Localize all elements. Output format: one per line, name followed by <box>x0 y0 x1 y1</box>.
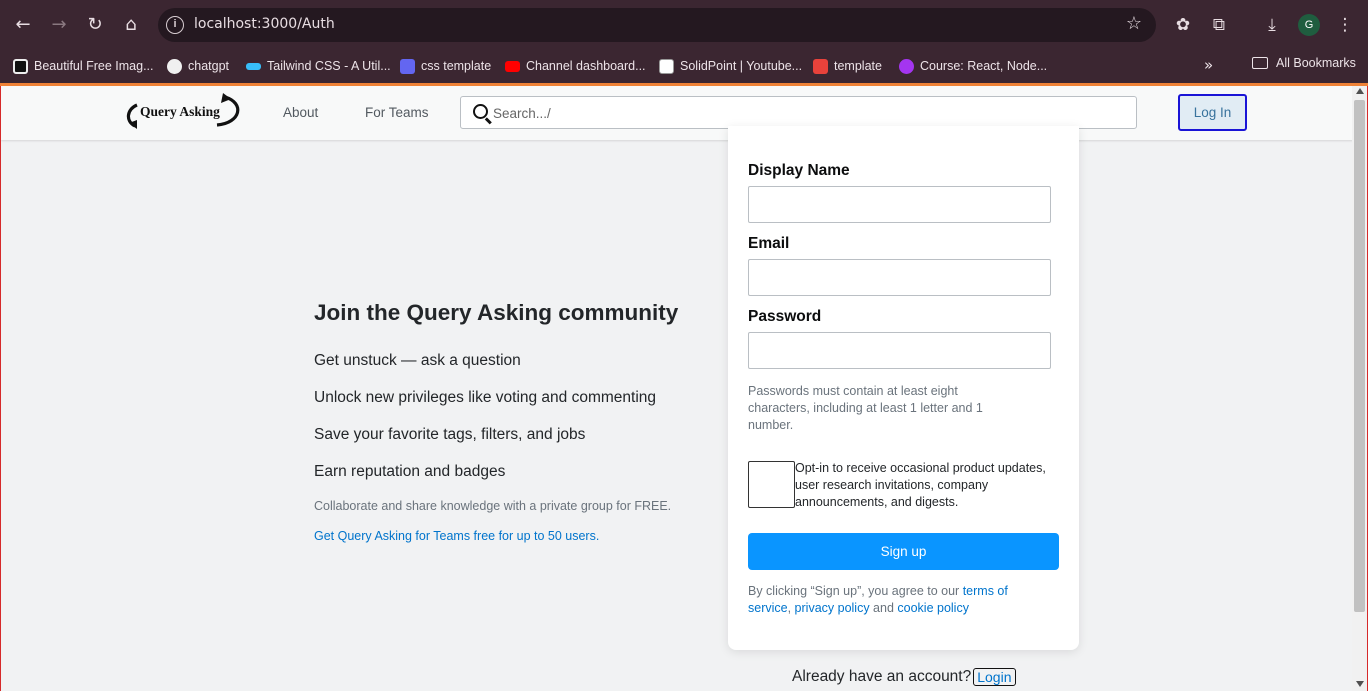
bookmark-label: SolidPoint | Youtube... <box>680 59 803 73</box>
scroll-up-icon[interactable] <box>1356 88 1364 94</box>
login-link[interactable]: Login <box>973 668 1016 686</box>
bookmark-label: Tailwind CSS - A Util... <box>267 59 391 73</box>
bookmark-label: css template <box>421 59 492 73</box>
profile-avatar[interactable]: G <box>1298 14 1320 36</box>
nav-link-about[interactable]: About <box>283 105 318 120</box>
udemy-favicon-icon <box>899 58 914 74</box>
template-favicon-icon <box>813 58 828 74</box>
all-bookmarks-label: All Bookmarks <box>1276 56 1356 70</box>
nav-link-for-teams[interactable]: For Teams <box>365 105 429 120</box>
reload-icon[interactable]: ↻ <box>83 13 107 37</box>
privacy-policy-link[interactable]: privacy policy <box>795 601 870 615</box>
password-input[interactable] <box>748 332 1051 369</box>
already-have-account: Already have an account? Login <box>792 668 1016 686</box>
signup-button[interactable]: Sign up <box>748 533 1059 570</box>
terms-and: and <box>869 601 898 615</box>
scroll-down-icon[interactable] <box>1356 681 1364 687</box>
bookmark-label: Beautiful Free Imag... <box>34 59 154 73</box>
menu-kebab-icon[interactable]: ⋮ <box>1333 13 1357 37</box>
address-url[interactable]: localhost:3000/Auth <box>194 16 335 32</box>
bookmark-item[interactable]: Channel dashboard... <box>505 56 646 76</box>
scroll-thumb[interactable] <box>1354 100 1365 612</box>
youtube-favicon-icon <box>505 60 520 72</box>
signup-card: Display Name Email Password Passwords mu… <box>728 126 1079 650</box>
folder-icon <box>1252 57 1268 69</box>
email-label: Email <box>748 235 790 252</box>
tailwind-favicon-icon <box>246 62 261 70</box>
solidpoint-favicon-icon <box>659 58 674 74</box>
search-box[interactable] <box>460 96 1137 129</box>
css-template-favicon-icon <box>400 58 415 74</box>
benefit-item: Unlock new privileges like voting and co… <box>314 389 657 406</box>
extensions-icon[interactable]: ⧉ <box>1207 13 1231 37</box>
bookmarks-bar: Beautiful Free Imag... chatgpt Tailwind … <box>0 50 1368 83</box>
benefit-item: Save your favorite tags, filters, and jo… <box>314 426 586 443</box>
display-name-input[interactable] <box>748 186 1051 223</box>
bookmark-item[interactable]: SolidPoint | Youtube... <box>659 56 802 76</box>
community-title: Join the Query Asking community <box>314 300 679 325</box>
login-button[interactable]: Log In <box>1178 94 1247 131</box>
display-name-label: Display Name <box>748 162 850 179</box>
site-logo[interactable]: Query Asking <box>123 93 247 131</box>
bookmark-label: Course: React, Node... <box>920 59 1048 73</box>
page-scrollbar[interactable] <box>1352 86 1368 691</box>
all-bookmarks[interactable]: All Bookmarks <box>1252 56 1356 70</box>
bookmark-favicon-icon <box>13 58 28 74</box>
collaborate-text: Collaborate and share knowledge with a p… <box>314 499 672 513</box>
home-icon[interactable]: ⌂ <box>119 13 143 37</box>
bookmark-item[interactable]: Course: React, Node... <box>899 56 1047 76</box>
app-navbar: Query Asking About For Teams Log In <box>1 86 1352 140</box>
cookie-policy-link[interactable]: cookie policy <box>897 601 969 615</box>
terms-text: By clicking “Sign up”, you agree to our … <box>748 583 1048 617</box>
gemini-icon[interactable]: ✿ <box>1171 13 1195 37</box>
bookmark-item[interactable]: template <box>813 56 882 76</box>
bookmark-item[interactable]: css template <box>400 56 491 76</box>
password-label: Password <box>748 308 822 325</box>
password-hint: Passwords must contain at least eight ch… <box>748 384 983 432</box>
bookmark-item[interactable]: Beautiful Free Imag... <box>13 56 154 76</box>
opt-in-checkbox[interactable] <box>748 461 795 508</box>
bookmark-label: template <box>834 59 882 73</box>
bookmark-label: Channel dashboard... <box>526 59 646 73</box>
back-arrow-icon[interactable]: ← <box>11 13 35 37</box>
already-text: Already have an account? <box>792 668 972 685</box>
opt-in-text: Opt-in to receive occasional product upd… <box>795 461 1046 509</box>
bookmark-label: chatgpt <box>188 59 230 73</box>
benefit-item: Get unstuck — ask a question <box>314 352 521 369</box>
bookmark-item[interactable]: Tailwind CSS - A Util... <box>246 56 391 76</box>
download-icon[interactable]: ⤓ <box>1260 13 1284 37</box>
browser-toolbar: ← → ↻ ⌂ i localhost:3000/Auth ☆ ✿ ⧉ ⤓ G … <box>0 0 1368 50</box>
chatgpt-favicon-icon <box>167 58 182 74</box>
forward-arrow-icon[interactable]: → <box>47 13 71 37</box>
email-input[interactable] <box>748 259 1051 296</box>
site-info-icon[interactable]: i <box>166 16 184 34</box>
page-viewport: Query Asking About For Teams Log In Join… <box>0 86 1352 691</box>
bookmark-star-icon[interactable]: ☆ <box>1126 13 1142 34</box>
search-icon <box>473 104 488 119</box>
logo-text: Query Asking <box>140 104 220 119</box>
search-input[interactable] <box>493 103 1113 123</box>
more-bookmarks-icon[interactable]: » <box>1204 56 1213 74</box>
benefit-item: Earn reputation and badges <box>314 463 506 480</box>
terms-comma: , <box>787 601 795 615</box>
address-bar[interactable]: i localhost:3000/Auth ☆ <box>158 8 1156 42</box>
teams-link[interactable]: Get Query Asking for Teams free for up t… <box>314 529 599 543</box>
terms-prefix: By clicking “Sign up”, you agree to our <box>748 584 963 598</box>
bookmark-item[interactable]: chatgpt <box>167 56 229 76</box>
